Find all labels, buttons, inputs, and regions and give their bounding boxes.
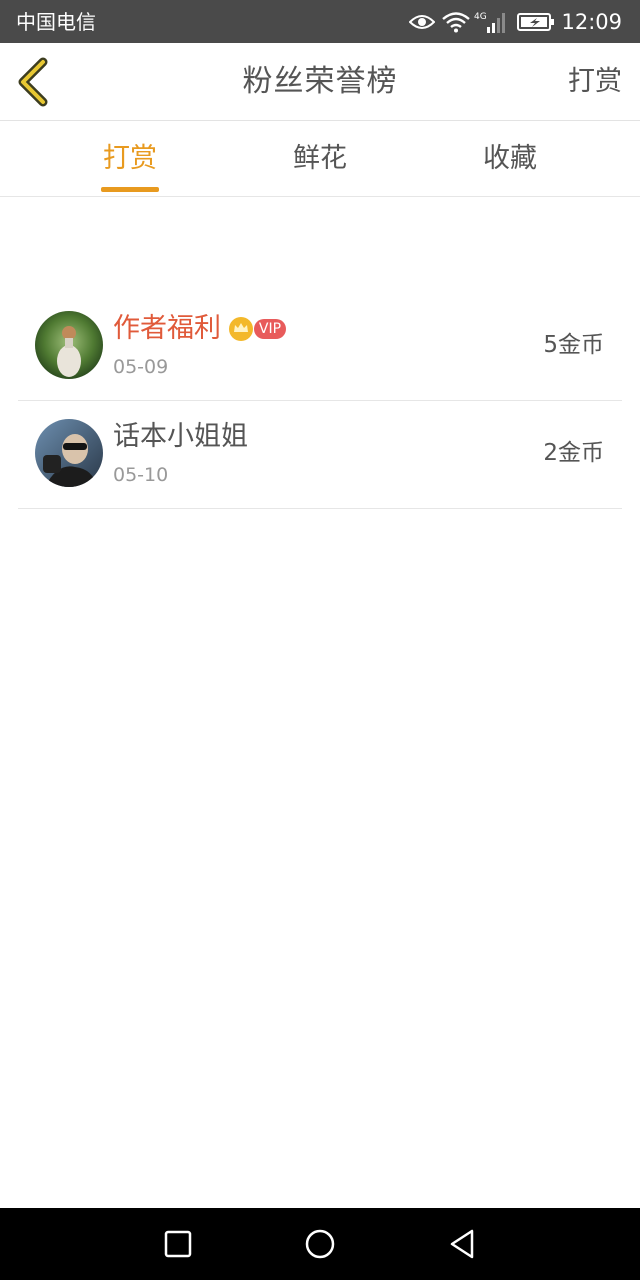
- cellular-signal-icon: 4G: [474, 12, 506, 33]
- circle-icon: [305, 1229, 335, 1259]
- fan-name: 话本小姐姐: [113, 421, 248, 452]
- avatar: [35, 311, 103, 379]
- fan-name: 作者福利: [113, 313, 221, 344]
- tab-flowers[interactable]: 鲜花: [240, 121, 400, 196]
- page-title: 粉丝荣誉榜: [242, 64, 398, 99]
- square-icon: [164, 1230, 192, 1258]
- back-nav-button[interactable]: [442, 1225, 482, 1263]
- active-tab-indicator: [101, 187, 159, 192]
- list-item[interactable]: 话本小姐姐 05-10 2金币: [18, 401, 622, 509]
- svg-text:4G: 4G: [474, 12, 487, 22]
- home-button[interactable]: [300, 1225, 340, 1263]
- fan-date: 05-09: [113, 356, 169, 378]
- wifi-icon: [442, 12, 471, 33]
- fan-date: 05-10: [113, 464, 169, 486]
- crown-icon: [229, 317, 253, 341]
- fan-amount: 2金币: [543, 440, 604, 466]
- vip-label: VIP: [254, 319, 286, 339]
- carrier-name: 中国电信: [16, 10, 96, 34]
- status-bar: 中国电信 4G 12:09: [0, 0, 640, 43]
- recent-apps-button[interactable]: [158, 1225, 198, 1263]
- tab-bar: 打赏 鲜花 收藏: [0, 121, 640, 197]
- tab-reward[interactable]: 打赏: [50, 121, 210, 196]
- vip-badge: VIP: [228, 316, 288, 342]
- list-item[interactable]: 作者福利 VIP 05-09 5金币: [18, 293, 622, 401]
- eye-icon: [409, 15, 436, 29]
- clock: 12:09: [561, 10, 622, 34]
- triangle-back-icon: [450, 1229, 474, 1259]
- battery-charging-icon: [517, 13, 555, 31]
- reward-button[interactable]: 打赏: [568, 64, 622, 100]
- fan-amount: 5金币: [543, 332, 604, 358]
- fan-list: 作者福利 VIP 05-09 5金币 话本小姐姐 05-10 2金币: [18, 293, 622, 509]
- status-icons: 4G 12:09: [409, 8, 622, 36]
- header-bar: 粉丝荣誉榜 打赏: [0, 43, 640, 121]
- tab-favorites[interactable]: 收藏: [430, 121, 590, 196]
- avatar: [35, 419, 103, 487]
- navigation-bar: [0, 1208, 640, 1280]
